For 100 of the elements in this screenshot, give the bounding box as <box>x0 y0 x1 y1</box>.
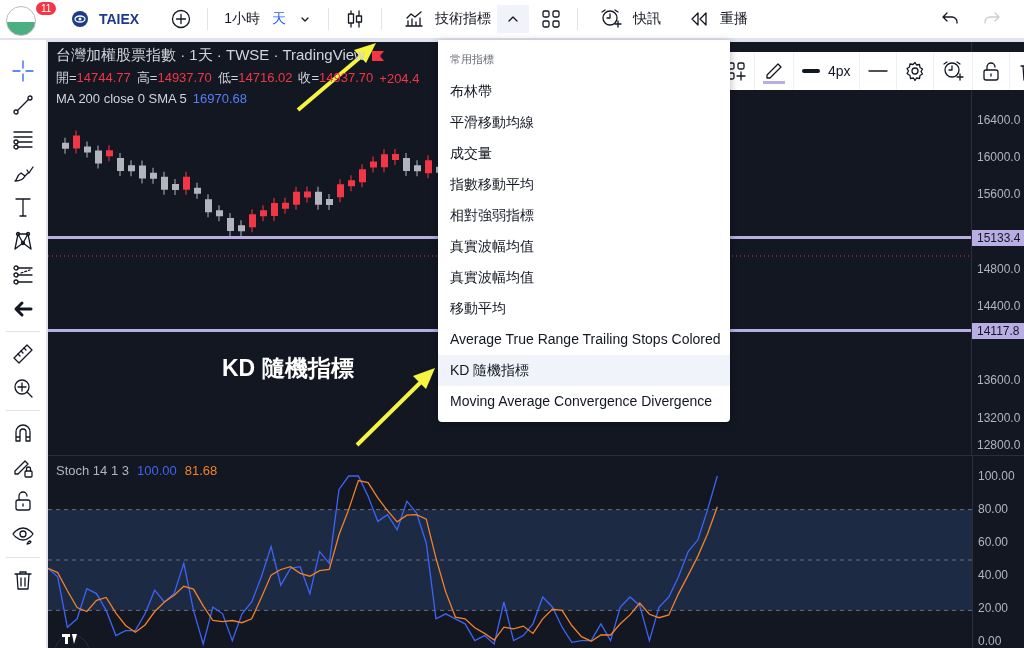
candle <box>293 186 300 211</box>
candle <box>403 152 410 177</box>
candle <box>392 148 399 166</box>
ohlc-value: 高=14937.70 <box>136 69 212 87</box>
candle <box>348 174 355 192</box>
menu-item[interactable]: 相對強弱指標 <box>438 200 730 231</box>
price-tag: 14117.8 <box>972 323 1024 339</box>
candle <box>73 130 80 154</box>
candle <box>359 163 366 188</box>
price-axis-label: 15600.0 <box>977 187 1021 202</box>
interval-button[interactable]: 1小時 <box>218 6 266 32</box>
ma-label: MA 200 close 0 SMA 5 <box>56 91 187 106</box>
stoch-axis-label: 0.00 <box>978 634 1003 648</box>
menu-item[interactable]: Moving Average Convergence Divergence <box>438 386 730 417</box>
candle <box>62 137 69 155</box>
settings-icon[interactable] <box>904 61 925 81</box>
candle <box>381 148 388 173</box>
ma-value: 16970.68 <box>192 91 248 106</box>
pattern-icon[interactable] <box>12 230 34 252</box>
chart-icon <box>404 9 424 29</box>
candle <box>337 178 344 203</box>
trash-icon[interactable] <box>12 569 34 591</box>
stoch-axis-label: 100.00 <box>978 469 1016 483</box>
candles-icon[interactable] <box>345 9 365 29</box>
candle <box>425 154 432 179</box>
candle <box>282 197 289 215</box>
price-axis-label: 14400.0 <box>977 299 1021 313</box>
menu-item[interactable]: 布林帶 <box>438 76 730 107</box>
candle <box>183 171 190 196</box>
price-axis-label: 14800.0 <box>977 261 1021 276</box>
candle <box>117 152 124 177</box>
candle <box>194 182 201 200</box>
candle <box>249 208 256 233</box>
candle <box>205 193 212 218</box>
caret-button[interactable] <box>497 5 529 33</box>
plus-icon[interactable] <box>171 9 192 29</box>
zoom-in-icon[interactable] <box>12 377 34 399</box>
menu-item[interactable]: 移動平均 <box>438 293 730 324</box>
price-change: +204.4 <box>379 70 420 86</box>
menu-item[interactable]: 真實波幅均值 <box>438 231 730 262</box>
fib-lines-icon[interactable] <box>12 128 34 150</box>
unlocked-lock-icon[interactable] <box>980 61 1001 81</box>
candle <box>128 159 135 177</box>
annotation-label: KD 隨機指標 <box>222 354 354 383</box>
candle <box>172 178 179 196</box>
k-value: 100.00 <box>137 463 177 478</box>
magnet-icon[interactable] <box>12 422 34 444</box>
price-axis-label: 12800.0 <box>977 438 1021 452</box>
alarm-clock-icon <box>600 8 622 30</box>
candle <box>216 204 223 222</box>
stoch-axis-label: 40.00 <box>978 568 1010 582</box>
menu-item[interactable]: KD 隨機指標 <box>438 355 730 386</box>
logo-icon[interactable] <box>54 634 90 648</box>
replay-button[interactable]: 重播 <box>677 5 754 33</box>
indicators-button[interactable]: 技術指標 <box>392 5 497 33</box>
stoch-label: Stoch 14 1 3 <box>56 463 129 478</box>
candle <box>260 204 267 222</box>
ruler-icon[interactable] <box>12 343 34 365</box>
notification-badge: 11 <box>36 2 57 15</box>
price-axis-label: 16400.0 <box>977 113 1021 127</box>
candle <box>271 197 278 222</box>
interval-button[interactable]: 天 <box>266 6 292 32</box>
d-value: 81.68 <box>184 463 218 478</box>
prediction-icon[interactable] <box>12 264 34 286</box>
flag-icon <box>370 49 385 62</box>
candle <box>227 212 234 237</box>
price-tag: 15133.4 <box>972 230 1024 246</box>
price-axis-label: 13600.0 <box>977 373 1021 388</box>
grid-icon[interactable] <box>541 9 561 29</box>
menu-item[interactable]: 成交量 <box>438 138 730 169</box>
menu-item[interactable]: 指數移動平均 <box>438 169 730 200</box>
alarm-clock-icon[interactable] <box>941 60 964 82</box>
candle <box>84 141 91 158</box>
candle <box>238 219 245 237</box>
avatar[interactable] <box>6 6 36 36</box>
ohlc-value: 開=14744.77 <box>56 69 131 87</box>
candle <box>150 167 157 185</box>
candle <box>106 144 113 162</box>
stoch-axis-label: 20.00 <box>978 601 1010 615</box>
stoch-axis-label: 60.00 <box>978 535 1010 549</box>
unlocked-lock-icon[interactable] <box>12 490 34 512</box>
menu-item[interactable]: 平滑移動均線 <box>438 107 730 138</box>
candle <box>370 156 377 173</box>
candle <box>95 145 102 169</box>
trend-line-icon[interactable] <box>12 94 34 116</box>
candle <box>326 193 333 211</box>
menu-item[interactable]: 真實波幅均值 <box>438 262 730 293</box>
menu-header: 常用指標 <box>449 52 495 67</box>
symbol-button[interactable]: TAIEX <box>60 7 146 31</box>
candle <box>139 160 146 184</box>
crosshair-icon[interactable] <box>12 60 34 82</box>
alerts-button[interactable]: 快訊 <box>588 4 667 34</box>
candle <box>315 186 322 211</box>
menu-item[interactable]: Average True Range Trailing Stops Colored <box>438 324 730 355</box>
ohlc-value: 低=14716.02 <box>217 69 293 87</box>
eye-icon[interactable] <box>12 524 34 546</box>
candle <box>161 171 168 196</box>
candle <box>304 186 311 203</box>
price-axis-label: 16000.0 <box>977 150 1021 165</box>
price-axis-label: 13200.0 <box>977 410 1021 425</box>
